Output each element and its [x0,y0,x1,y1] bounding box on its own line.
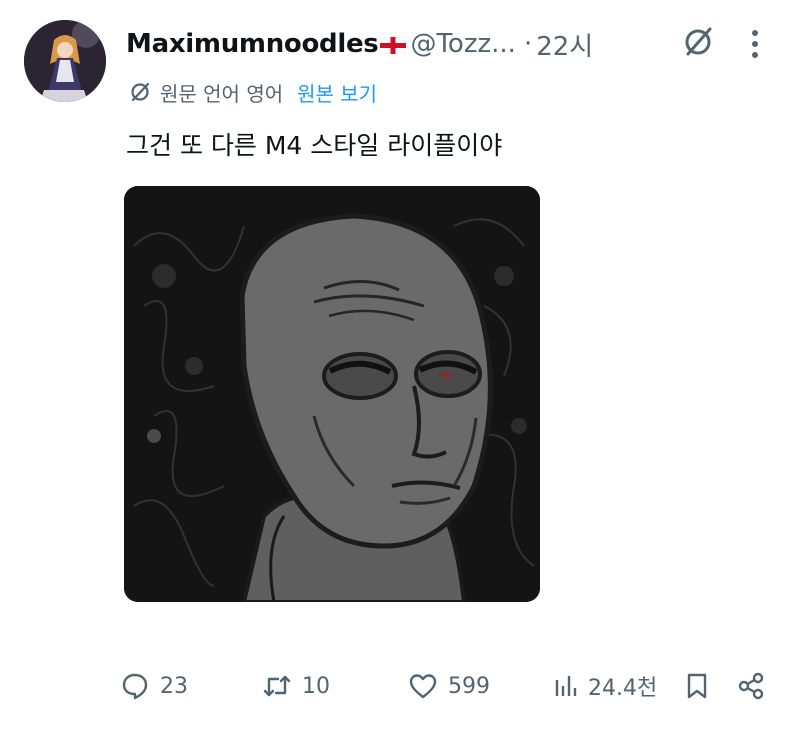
more-options-button[interactable] [740,26,770,62]
retweet-count: 10 [302,673,330,699]
grok-button[interactable] [680,24,716,60]
bookmark-button[interactable] [682,664,712,708]
avatar-image [24,20,106,102]
avatar[interactable] [24,20,106,102]
separator-dot: · [523,29,533,59]
tweet-image[interactable] [124,186,540,602]
views-count: 24.4천 [588,676,658,701]
tweet-actions: 23 10 599 24.4천 [0,664,800,708]
timestamp[interactable]: 22시 [536,26,593,63]
user-handle[interactable]: @Tozz... [410,29,515,59]
bookmark-icon [687,673,707,699]
heart-icon [409,674,437,699]
tweet-header: Maximumnoodles @Tozz... · 22시 [126,22,776,66]
share-button[interactable] [736,664,766,708]
retweet-icon [263,675,291,697]
grok-icon [685,27,712,56]
like-count: 599 [448,673,490,699]
retweet-button[interactable]: 10 [262,664,330,708]
translation-info: 원문 언어 영어 원본 보기 [128,76,377,108]
like-button[interactable]: 599 [408,664,490,708]
reply-count: 23 [160,673,188,699]
translation-label: 원문 언어 영어 [160,81,284,106]
more-vertical-icon [752,30,758,58]
reply-button[interactable]: 23 [120,664,188,708]
views-chart-icon [555,676,577,696]
england-flag-icon [380,36,407,54]
display-name[interactable]: Maximumnoodles [126,29,379,59]
show-original-link[interactable]: 원본 보기 [297,78,377,107]
reply-icon [122,673,148,700]
views-button[interactable]: 24.4천 [552,664,657,708]
tweet-text: 그건 또 다른 M4 스타일 라이플이야 [126,131,503,160]
wojak-meme-image [124,186,540,602]
share-icon [738,672,764,700]
grok-translate-icon [131,82,150,102]
